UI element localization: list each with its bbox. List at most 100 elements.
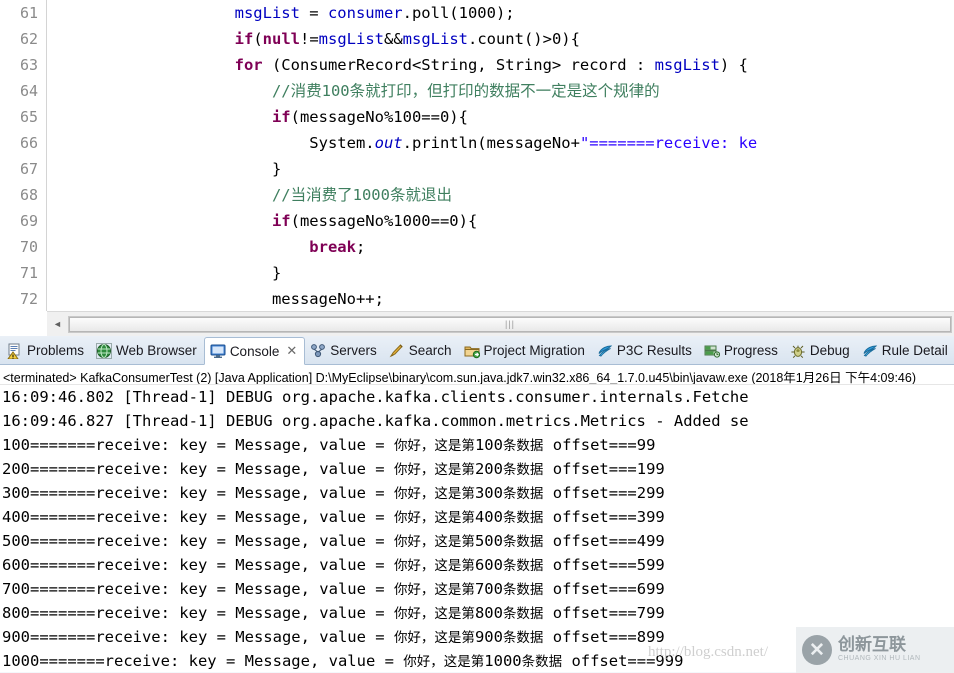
line-number: 63: [19, 56, 38, 74]
tab-debug[interactable]: Debug: [785, 337, 857, 364]
scrollbar-track[interactable]: |||: [68, 315, 952, 333]
code-line[interactable]: if(messageNo%1000==0){: [48, 208, 954, 234]
tab-label: Search: [408, 343, 452, 358]
code-line[interactable]: messageNo++;: [48, 286, 954, 311]
editor-code-area[interactable]: msgList = consumer.poll(1000); if(null!=…: [48, 0, 954, 311]
tab-search[interactable]: Search: [384, 337, 459, 364]
rule-detail-icon: [862, 343, 878, 359]
line-number: 67: [19, 160, 38, 178]
code-token: !=: [299, 30, 319, 48]
progress-icon: [704, 343, 720, 359]
console-text-run: 400=======receive: key = Message, value …: [2, 508, 394, 526]
console-text-run: offset===199: [543, 460, 665, 478]
tab-label: Servers: [330, 343, 377, 358]
console-text-run: 1000: [484, 652, 522, 670]
console-icon: [210, 343, 226, 359]
code-line[interactable]: break;: [48, 234, 954, 260]
tab-label: Rule Detail: [881, 343, 948, 358]
tab-progress[interactable]: Progress: [699, 337, 785, 364]
editor-horizontal-scrollbar[interactable]: ◄ |||: [47, 311, 954, 336]
console-text-run: 16:09:46.802 [Thread-1] DEBUG org.apache…: [2, 388, 749, 406]
console-output-area[interactable]: 16:09:46.802 [Thread-1] DEBUG org.apache…: [0, 385, 954, 672]
console-text-run: 300=======receive: key = Message, value …: [2, 484, 394, 502]
code-token: msgList: [654, 56, 720, 74]
code-line[interactable]: //消费100条就打印，但打印的数据不一定是这个规律的: [48, 78, 954, 104]
console-text-run: offset===599: [543, 556, 665, 574]
code-token: (: [253, 30, 263, 48]
tab-label: P3C Results: [616, 343, 692, 358]
code-line[interactable]: if(null!=msgList&&msgList.count()>0){: [48, 26, 954, 52]
code-token: null: [262, 30, 300, 48]
console-text-run: 条数据: [502, 630, 544, 646]
code-token: msgList: [318, 30, 384, 48]
code-token: (messageNo%100==0){: [290, 108, 468, 126]
eclipse-window: 61626364656667686970717273 msgList = con…: [0, 0, 954, 673]
tab-p3c-results[interactable]: P3C Results: [592, 337, 699, 364]
console-text-run: 700: [474, 580, 503, 598]
tab-problems[interactable]: Problems: [2, 337, 91, 364]
console-output-line: 600=======receive: key = Message, value …: [2, 553, 954, 577]
code-token: msgList: [234, 4, 300, 22]
console-text-run: 你好，这是第: [393, 558, 475, 574]
console-output-line: 16:09:46.802 [Thread-1] DEBUG org.apache…: [2, 385, 954, 409]
console-text-run: 条数据: [502, 462, 544, 478]
java-source-editor[interactable]: 61626364656667686970717273 msgList = con…: [0, 0, 954, 311]
tab-label: Web Browser: [116, 343, 197, 358]
console-text-run: 100=======receive: key = Message, value …: [2, 436, 394, 454]
tab-web-browser[interactable]: Web Browser: [91, 337, 204, 364]
code-token: "=======receive: ke: [579, 134, 758, 152]
code-token: .println(messageNo+: [402, 134, 580, 152]
tab-rule-detail[interactable]: Rule Detail: [857, 337, 954, 364]
console-text-run: 600: [474, 556, 503, 574]
tab-project-migration[interactable]: Project Migration: [459, 337, 592, 364]
console-output-line: 900=======receive: key = Message, value …: [2, 625, 954, 649]
line-number: 65: [19, 108, 38, 126]
console-text-run: offset===799: [543, 604, 665, 622]
view-tab-bar[interactable]: Problems Web Browser Console ✕ Servers Search…: [0, 336, 954, 365]
editor-scrollbar-corner: [0, 311, 47, 336]
console-text-run: 200=======receive: key = Message, value …: [2, 460, 394, 478]
code-line[interactable]: //当消费了1000条就退出: [48, 182, 954, 208]
console-text-run: offset===999: [562, 652, 684, 670]
console-text-run: offset===499: [543, 532, 665, 550]
console-text-run: 你好，这是第: [393, 438, 475, 454]
console-text-run: 你好，这是第: [393, 534, 475, 550]
code-token: .count()>0){: [467, 30, 580, 48]
console-text-run: 你好，这是第: [403, 654, 485, 670]
code-line[interactable]: }: [48, 156, 954, 182]
console-output-line: 500=======receive: key = Message, value …: [2, 529, 954, 553]
console-text-run: 条数据: [502, 558, 544, 574]
code-token: msgList: [402, 30, 468, 48]
web-browser-icon: [96, 342, 113, 359]
tab-servers[interactable]: Servers: [305, 337, 384, 364]
console-text-run: offset===699: [543, 580, 665, 598]
code-token: System.: [309, 134, 375, 152]
search-icon: [389, 343, 405, 359]
console-status-line: <terminated> KafkaConsumerTest (2) [Java…: [0, 365, 954, 385]
console-text-run: 200: [474, 460, 503, 478]
close-icon[interactable]: ✕: [286, 344, 297, 359]
scroll-left-arrow-icon[interactable]: ◄: [49, 316, 66, 333]
scrollbar-thumb[interactable]: |||: [69, 316, 951, 332]
line-number: 64: [19, 82, 38, 100]
code-line[interactable]: if(messageNo%100==0){: [48, 104, 954, 130]
code-token: consumer: [327, 4, 403, 22]
console-text-run: 条数据: [502, 534, 544, 550]
code-line[interactable]: }: [48, 260, 954, 286]
console-output-line: 300=======receive: key = Message, value …: [2, 481, 954, 505]
console-output-line: 700=======receive: key = Message, value …: [2, 577, 954, 601]
code-line[interactable]: System.out.println(messageNo+"=======rec…: [48, 130, 954, 156]
console-output-line: 1000=======receive: key = Message, value…: [2, 649, 954, 672]
code-token: ) {: [719, 56, 748, 74]
tab-console[interactable]: Console ✕: [203, 337, 306, 365]
console-text-run: 100: [474, 436, 503, 454]
code-line[interactable]: msgList = consumer.poll(1000);: [48, 0, 954, 26]
code-line[interactable]: for (ConsumerRecord<String, String> reco…: [48, 52, 954, 78]
